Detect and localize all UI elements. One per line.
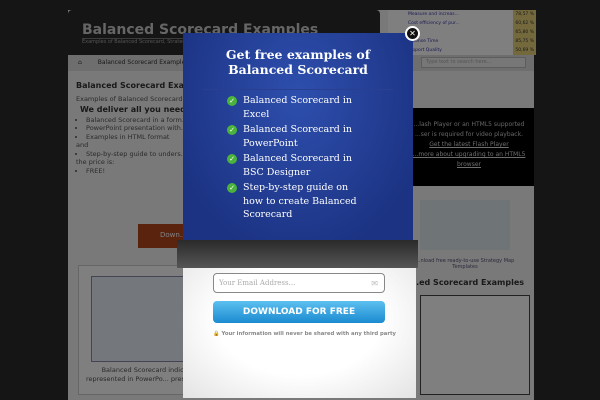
email-input[interactable]: Your Email Address... ✉ bbox=[213, 273, 385, 293]
check-icon: ✓ bbox=[227, 96, 237, 106]
benefit-item: ✓ Balanced Scorecard in BSC Designer bbox=[227, 152, 367, 179]
privacy-note: 🔒 Your information will never be shared … bbox=[213, 331, 396, 337]
check-icon: ✓ bbox=[227, 125, 237, 135]
divider bbox=[203, 89, 393, 90]
benefit-item: ✓ Step-by-step guide on how to create Bal… bbox=[227, 181, 367, 222]
signup-modal: Get free examples of Balanced Scorecard … bbox=[183, 33, 413, 240]
envelope-icon: ✉ bbox=[371, 279, 378, 288]
download-for-free-button[interactable]: DOWNLOAD FOR FREE bbox=[213, 301, 385, 323]
modal-band bbox=[177, 240, 418, 268]
benefit-item: ✓ Balanced Scorecard in Excel bbox=[227, 94, 367, 121]
benefit-item: ✓ Balanced Scorecard in PowerPoint bbox=[227, 123, 367, 150]
signup-form: Your Email Address... ✉ DOWNLOAD FOR FREE… bbox=[183, 268, 416, 398]
lock-icon: 🔒 bbox=[213, 331, 220, 337]
modal-title: Get free examples of Balanced Scorecard bbox=[225, 47, 371, 77]
check-icon: ✓ bbox=[227, 183, 237, 193]
close-icon[interactable]: ✕ bbox=[405, 26, 420, 41]
check-icon: ✓ bbox=[227, 154, 237, 164]
